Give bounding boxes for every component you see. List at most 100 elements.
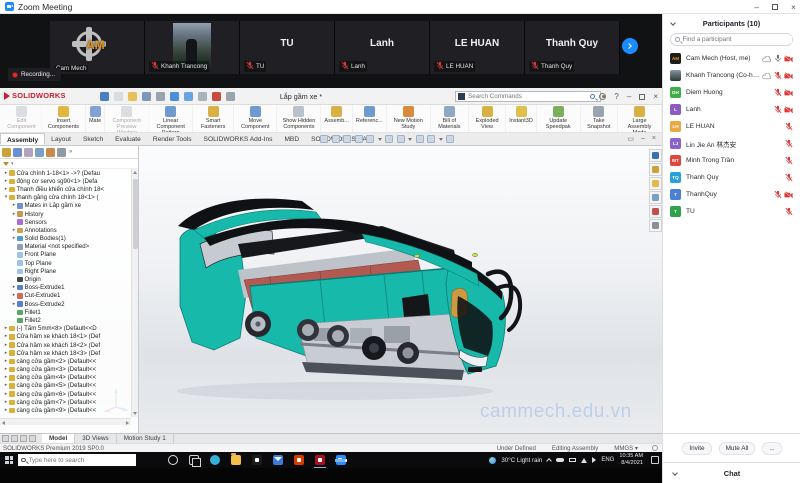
tab-mbd[interactable]: MBD (278, 133, 305, 145)
scroll-left-icon[interactable] (2, 421, 5, 425)
participant-search-input[interactable] (683, 36, 793, 43)
tree-item[interactable]: ▸Boss-Extrude1 (0, 284, 138, 292)
dropdown-arrow-icon[interactable] (408, 138, 412, 141)
take-snapshot-button[interactable]: Take Snapshot (581, 105, 618, 132)
select-icon[interactable] (198, 92, 207, 101)
tree-item[interactable]: ▸càng cửa gầm<4> (Default<< (0, 374, 138, 382)
status-gear-icon[interactable] (652, 445, 658, 451)
tab-assembly[interactable]: Assembly (0, 133, 45, 145)
command-search-box[interactable] (455, 91, 601, 102)
display-style-icon[interactable] (385, 135, 393, 143)
scroll-up-icon[interactable] (133, 171, 137, 174)
tree-item[interactable]: ▸động cơ servo sg90<1> (Defa (0, 177, 138, 185)
linear-component-pattern-button[interactable]: Linear Component Pattern (149, 105, 193, 132)
view-palette-tab[interactable] (649, 191, 662, 204)
hide-show-items-icon[interactable] (397, 135, 405, 143)
apply-scene-icon[interactable] (427, 135, 435, 143)
zoom-app-icon[interactable] (336, 455, 346, 465)
video-tile-tu[interactable]: TUTU (240, 21, 335, 74)
help-button[interactable]: ? (614, 91, 618, 102)
sw-restore-button[interactable] (639, 94, 645, 100)
participant-row[interactable]: TTU (663, 203, 800, 220)
tree-item[interactable]: ▸History (0, 210, 138, 218)
print-icon[interactable] (156, 92, 165, 101)
microsoft-store-icon[interactable] (252, 455, 262, 465)
exploded-view-button[interactable]: Exploded View (469, 105, 506, 132)
tree-item[interactable]: Fillet1 (0, 308, 138, 316)
dropdown-arrow-icon[interactable] (439, 138, 443, 141)
tree-item[interactable]: Fillet2 (0, 316, 138, 324)
participant-row[interactable]: Khanh Trancong (Co-host) (663, 67, 800, 84)
doc-tab-motion-study-1[interactable]: Motion Study 1 (117, 434, 174, 444)
zoom-to-fit-icon[interactable] (320, 135, 328, 143)
appearances-scenes-tab[interactable] (649, 205, 662, 218)
tree-item[interactable]: Sensors (0, 218, 138, 226)
solidworks-resources-tab[interactable] (649, 149, 662, 162)
participant-row[interactable]: LJLin Jie An 林杰安 (663, 135, 800, 152)
tree-item[interactable]: ▸Annotations (0, 226, 138, 234)
tab-solidworks-add-ins[interactable]: SOLIDWORKS Add-Ins (198, 133, 279, 145)
tree-item[interactable]: ▸Solid Bodies(1) (0, 235, 138, 243)
tree-item[interactable]: ▸Cut-Extrude1 (0, 292, 138, 300)
show-hidden-components-button[interactable]: Show Hidden Components (277, 105, 321, 132)
participant-row[interactable]: TThanhQuy (663, 186, 800, 203)
options-icon[interactable] (226, 92, 235, 101)
tab-layout[interactable]: Layout (45, 133, 77, 145)
edit-appearance-icon[interactable] (416, 135, 424, 143)
home-icon[interactable] (100, 92, 109, 101)
tree-item[interactable]: ▸Cửa hầm xe khách 18<2> (Def (0, 341, 138, 349)
tree-item[interactable]: ▸càng cửa gầm<7> (Default<< (0, 398, 138, 406)
cam-feature-tree-tab[interactable] (57, 148, 66, 157)
file-explorer-icon[interactable] (231, 455, 241, 465)
sheet-nav-icon[interactable] (11, 435, 18, 442)
sheet-nav-icon[interactable] (2, 435, 9, 442)
video-tile-le-huan[interactable]: LE HUANLE HUAN (430, 21, 525, 74)
participant-row[interactable]: TQThanh Quy (663, 169, 800, 186)
featuremanager-design-tree-tab[interactable] (2, 148, 11, 157)
rebuild-icon[interactable] (212, 92, 221, 101)
open-document-icon[interactable] (128, 92, 137, 101)
edge-browser-icon[interactable] (210, 455, 220, 465)
section-view-icon[interactable] (355, 135, 363, 143)
move-component-button[interactable]: Move Component (234, 105, 277, 132)
mail-icon[interactable] (273, 455, 283, 465)
large-assembly-mode-button[interactable]: Large Assembly Mode (618, 105, 662, 132)
participant-row[interactable]: LLanh (663, 101, 800, 118)
referenc-button[interactable]: Referenc... (353, 105, 387, 132)
previous-view-icon[interactable] (343, 135, 351, 143)
configurationmanager-tab[interactable] (24, 148, 33, 157)
bill-of-materials-button[interactable]: Bill of Materials (431, 105, 469, 132)
propertymanager-tab[interactable] (13, 148, 22, 157)
scrollbar-thumb[interactable] (133, 179, 138, 249)
tree-horizontal-scrollbar[interactable] (0, 418, 131, 425)
scroll-right-icon[interactable] (126, 421, 129, 425)
participant-search-box[interactable] (670, 33, 793, 46)
participant-row[interactable]: MTMinh Trong Trần (663, 152, 800, 169)
tree-item[interactable]: ▸Cửa hầm xe khách 18<3> (Def (0, 349, 138, 357)
tree-item[interactable]: Material <not specified> (0, 243, 138, 251)
video-tile-khanh-trancong[interactable]: Khanh Trancong (145, 21, 240, 74)
file-explorer-tab[interactable] (649, 177, 662, 190)
tree-item[interactable]: ▸càng cửa gầm<9> (Default<< (0, 406, 138, 414)
invite-button[interactable]: Invite (682, 442, 711, 455)
video-tile-lanh[interactable]: LanhLanh (335, 21, 430, 74)
sheet-nav-icon[interactable] (20, 435, 27, 442)
office-icon[interactable] (294, 455, 304, 465)
command-search-input[interactable] (468, 93, 590, 100)
zoom-to-area-icon[interactable] (332, 135, 340, 143)
tree-item[interactable]: ▸Thanh điều khiển cửa chính 18< (0, 185, 138, 193)
participant-row[interactable]: DHDiem Huong (663, 84, 800, 101)
design-library-tab[interactable] (649, 163, 662, 176)
doc-close-button[interactable]: × (652, 135, 656, 143)
tree-filter-row[interactable]: ▾ (0, 159, 138, 169)
tab-evaluate[interactable]: Evaluate (109, 133, 147, 145)
tree-item[interactable]: Origin (0, 275, 138, 283)
tab-render-tools[interactable]: Render Tools (147, 133, 198, 145)
action-center-icon[interactable] (651, 456, 659, 464)
taskbar-search-box[interactable] (18, 454, 136, 466)
tree-item[interactable]: ▸càng cửa gầm<5> (Default<< (0, 382, 138, 390)
assemb-button[interactable]: Assemb... (321, 105, 352, 132)
cortana-icon[interactable] (168, 455, 178, 465)
tree-item[interactable]: Front Plane (0, 251, 138, 259)
volume-icon[interactable] (592, 457, 596, 463)
